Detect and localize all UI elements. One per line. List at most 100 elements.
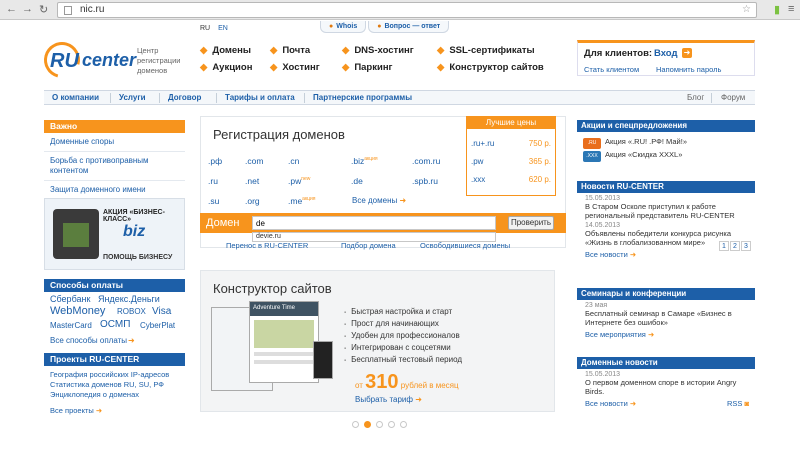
important-item[interactable]: Борьба с противоправным контентом bbox=[44, 152, 185, 181]
promotion-item[interactable]: .XXX Акция «Скидка XXXL» bbox=[583, 149, 749, 162]
promotions-list: .RU Акция «.RU! .РФ! Май!» .XXX Акция «Ски… bbox=[577, 132, 755, 166]
menu-parking[interactable]: ◆ Паркинг bbox=[342, 62, 393, 73]
domain-news-footer: Все новости ➜ RSS ◙ bbox=[577, 396, 755, 411]
login-link[interactable]: Вход bbox=[654, 48, 678, 59]
payment-osmp[interactable]: ОСМП bbox=[100, 319, 130, 330]
all-domains-link[interactable]: Все домены bbox=[352, 196, 397, 205]
logo[interactable]: RU center bbox=[37, 35, 136, 85]
zone-me[interactable]: .meакция bbox=[288, 196, 316, 206]
project-link[interactable]: Энциклопедия о доменах bbox=[50, 390, 179, 400]
seminar-item[interactable]: Бесплатный семинар в Самаре «Бизнес в Ин… bbox=[577, 309, 755, 327]
payment-sberbank[interactable]: Сбербанк bbox=[50, 294, 90, 304]
best-price: 620 р. bbox=[528, 175, 551, 184]
all-projects-row: Все проекты ➜ bbox=[50, 406, 179, 416]
login-arrow-icon[interactable]: ➜ bbox=[682, 48, 692, 58]
menu-auction[interactable]: ◆ Аукцион bbox=[200, 62, 252, 73]
news-item[interactable]: В Старом Осколе приступил к работе регио… bbox=[577, 202, 755, 220]
domain-search-input[interactable] bbox=[252, 216, 496, 230]
become-client-link[interactable]: Стать клиентом bbox=[584, 65, 639, 74]
menu-hosting[interactable]: ◆ Хостинг bbox=[270, 62, 320, 73]
payment-mastercard[interactable]: MasterCard bbox=[50, 321, 92, 330]
zone-com[interactable]: .com bbox=[245, 156, 263, 166]
all-events-row: Все мероприятия ➜ bbox=[577, 327, 755, 342]
subnav-blog[interactable]: Блог bbox=[687, 93, 704, 102]
menu-domains[interactable]: ◆ Домены bbox=[200, 45, 251, 56]
address-bar[interactable]: nic.ru ☆ bbox=[57, 2, 757, 18]
all-payments-link[interactable]: Все способы оплаты bbox=[50, 336, 127, 345]
forward-icon[interactable]: → bbox=[22, 3, 33, 15]
domain-news-item[interactable]: О первом доменном споре в истории Angry … bbox=[577, 378, 755, 396]
lang-ru[interactable]: RU bbox=[200, 25, 210, 32]
check-button[interactable]: Проверить bbox=[508, 216, 554, 230]
all-projects-link[interactable]: Все проекты bbox=[50, 406, 94, 415]
back-icon[interactable]: ← bbox=[6, 3, 17, 15]
project-link[interactable]: География российских IP-адресов bbox=[50, 370, 179, 380]
briefcase-icon bbox=[53, 209, 99, 259]
domain-selection-link[interactable]: Подбор домена bbox=[341, 241, 396, 250]
important-item[interactable]: Доменные споры bbox=[44, 133, 185, 152]
reload-icon[interactable]: ↻ bbox=[39, 3, 48, 16]
page-3[interactable]: 3 bbox=[741, 241, 751, 251]
zone-com-ru[interactable]: .com.ru bbox=[412, 156, 440, 166]
tab-faq[interactable]: ● Вопрос — ответ bbox=[368, 21, 450, 33]
menu-dns-hosting[interactable]: ◆ DNS-хостинг bbox=[342, 45, 414, 56]
all-news-link[interactable]: Все новости bbox=[585, 250, 628, 259]
all-events-link[interactable]: Все мероприятия bbox=[585, 330, 646, 339]
menu-mail[interactable]: ◆ Почта bbox=[270, 45, 310, 56]
zone-pw[interactable]: .pwnew bbox=[288, 176, 310, 186]
carousel-dot[interactable] bbox=[352, 421, 359, 428]
zone-biz[interactable]: .bizакция bbox=[351, 156, 378, 166]
projects-title: Проекты RU-CENTER bbox=[44, 353, 185, 366]
page-1[interactable]: 1 bbox=[719, 241, 729, 251]
project-link[interactable]: Статистика доменов RU, SU, РФ bbox=[50, 380, 179, 390]
choose-tariff-link[interactable]: Выбрать тариф bbox=[355, 395, 413, 404]
subnav-forum[interactable]: Форум bbox=[721, 93, 745, 102]
carousel-dot[interactable] bbox=[400, 421, 407, 428]
page-2[interactable]: 2 bbox=[730, 241, 740, 251]
star-icon[interactable]: ☆ bbox=[742, 3, 751, 17]
zone-spb-ru[interactable]: .spb.ru bbox=[412, 176, 438, 186]
payment-visa[interactable]: Visa bbox=[152, 306, 171, 317]
menu-ssl[interactable]: ◆ SSL-сертификаты bbox=[437, 45, 535, 56]
zone-de[interactable]: .de bbox=[351, 176, 363, 186]
lang-en[interactable]: EN bbox=[218, 25, 228, 32]
promotion-item[interactable]: .RU Акция «.RU! .РФ! Май!» bbox=[583, 136, 749, 149]
subnav-partners[interactable]: Партнерские программы bbox=[313, 93, 412, 102]
payment-robox[interactable]: ROBOX bbox=[117, 307, 146, 316]
builder-title: Конструктор сайтов bbox=[213, 281, 332, 296]
best-zone[interactable]: .ru+.ru bbox=[471, 139, 494, 148]
zone-org[interactable]: .org bbox=[245, 196, 260, 206]
zone-ru[interactable]: .ru bbox=[208, 176, 218, 186]
rss-link[interactable]: RSS bbox=[727, 399, 742, 408]
rss-icon[interactable]: ◙ bbox=[744, 399, 749, 408]
extension-icon[interactable]: ▮ bbox=[774, 3, 780, 16]
business-class-banner[interactable]: АКЦИЯ «БИЗНЕС-КЛАСС» biz ПОМОЩЬ БИЗНЕСУ bbox=[44, 198, 185, 270]
remind-password-link[interactable]: Напомнить пароль bbox=[656, 65, 721, 74]
all-domain-news-link[interactable]: Все новости bbox=[585, 399, 628, 408]
subnav-contract[interactable]: Договор bbox=[168, 93, 201, 102]
subnav-about[interactable]: О компании bbox=[52, 93, 99, 102]
menu-site-builder[interactable]: ◆ Конструктор сайтов bbox=[437, 62, 544, 73]
transfer-link[interactable]: Перенос в RU-CENTER bbox=[226, 241, 308, 250]
all-domains-row: Все домены ➜ bbox=[352, 196, 406, 205]
best-zone[interactable]: .xxx bbox=[471, 175, 485, 184]
subnav-services[interactable]: Услуги bbox=[119, 93, 146, 102]
zone-net[interactable]: .net bbox=[245, 176, 259, 186]
zone-su[interactable]: .su bbox=[208, 196, 219, 206]
expired-domains-link[interactable]: Освободившиеся домены bbox=[420, 241, 510, 250]
tab-whois[interactable]: ● Whois bbox=[320, 21, 367, 33]
carousel-dot[interactable] bbox=[376, 421, 383, 428]
divider bbox=[159, 93, 160, 103]
zone-cn[interactable]: .cn bbox=[288, 156, 299, 166]
payment-yandex[interactable]: Яндекс.Деньги bbox=[98, 294, 160, 304]
payment-cyberplat[interactable]: CyberPlat bbox=[140, 321, 175, 330]
carousel-dot-active[interactable] bbox=[364, 421, 371, 428]
whois-icon: ● bbox=[329, 23, 334, 30]
menu-icon[interactable]: ≡ bbox=[788, 3, 794, 15]
zone-rf[interactable]: .рф bbox=[208, 156, 222, 166]
promo-subtitle: ПОМОЩЬ БИЗНЕСУ bbox=[103, 254, 173, 261]
carousel-dot[interactable] bbox=[388, 421, 395, 428]
subnav-tariffs[interactable]: Тарифы и оплата bbox=[225, 93, 295, 102]
payment-webmoney[interactable]: WebMoney bbox=[50, 305, 105, 317]
best-zone[interactable]: .pw bbox=[471, 157, 483, 166]
